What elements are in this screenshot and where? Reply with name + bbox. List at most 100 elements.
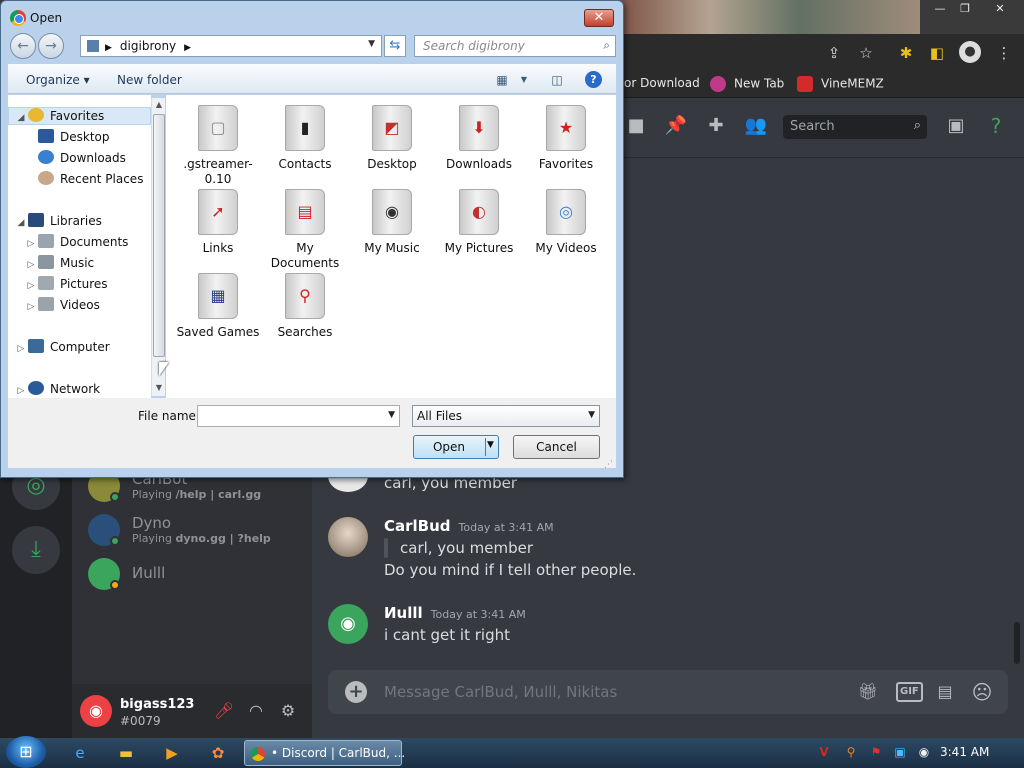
nav-item-documents[interactable]: ▷ Documents <box>24 234 128 254</box>
file-item[interactable]: ◎ My Videos <box>524 189 608 256</box>
nav-item-favorites[interactable]: ◢ Favorites <box>14 108 104 128</box>
paint-icon[interactable]: ✿ <box>206 742 230 764</box>
star-icon[interactable]: ☆ <box>855 42 877 64</box>
chevron-down-icon[interactable]: ▼ <box>368 39 375 49</box>
bookmark-download[interactable]: or Download <box>624 76 700 90</box>
clock[interactable]: 3:41 AM <box>940 745 989 759</box>
add-friend-icon[interactable]: ✚ <box>704 114 728 138</box>
file-name-input[interactable]: ▼ <box>197 405 400 427</box>
expand-arrow-icon: ▷ <box>27 260 35 270</box>
settings-icon[interactable]: ⚙ <box>277 700 299 722</box>
file-item[interactable]: ⬇ Downloads <box>437 105 521 172</box>
chevron-down-icon[interactable]: ▼ <box>487 440 494 450</box>
avatar[interactable] <box>328 517 368 557</box>
gift-icon[interactable]: 🎁︎ <box>857 680 879 704</box>
file-item[interactable]: ★ Favorites <box>524 105 608 172</box>
extension-icon[interactable]: ✱ <box>895 42 917 64</box>
file-item[interactable]: ▢ .gstreamer-0.10 <box>176 105 260 187</box>
file-item[interactable]: ◩ Desktop <box>350 105 434 172</box>
internet-explorer-icon[interactable]: e <box>68 742 92 764</box>
video-call-icon[interactable]: ■ <box>624 114 648 138</box>
avatar[interactable]: ◉ <box>80 695 112 727</box>
members-icon[interactable]: 👥 <box>744 114 768 138</box>
computer-icon <box>28 339 44 353</box>
file-item[interactable]: ▦ Saved Games <box>176 273 260 340</box>
scroll-down-icon[interactable]: ▼ <box>153 382 165 394</box>
start-button[interactable]: ⊞ <box>6 736 46 768</box>
headphones-icon[interactable]: ◠ <box>245 700 267 722</box>
avatar[interactable]: ◉ <box>328 604 368 644</box>
search-input[interactable]: Search digibrony ⌕ <box>414 35 616 57</box>
taskbar-chrome-window[interactable]: • Discord | CarlBud, ... <box>244 740 405 766</box>
organize-button[interactable]: Organize ▾ <box>26 73 90 87</box>
new-folder-button[interactable]: New folder <box>117 73 182 87</box>
file-item[interactable]: ◉ My Music <box>350 189 434 256</box>
search-input[interactable]: Search ⌕ <box>783 115 927 139</box>
file-item[interactable]: ▮ Contacts <box>263 105 347 172</box>
help-icon[interactable]: ? <box>585 71 602 88</box>
maximize-icon[interactable]: ❐ <box>955 2 975 16</box>
volume-tray-icon[interactable]: ◉ <box>916 744 932 760</box>
nav-item-downloads[interactable]: Downloads <box>28 150 126 170</box>
file-item[interactable]: ▤ My Documents <box>263 189 347 271</box>
close-button[interactable]: ✕ <box>584 9 614 27</box>
sticker-icon[interactable]: ▤ <box>934 680 956 704</box>
scroll-up-icon[interactable]: ▲ <box>153 99 165 111</box>
links-folder-icon: ➚ <box>198 189 238 235</box>
nav-item-videos[interactable]: ▷ Videos <box>24 297 100 317</box>
preview-pane-icon[interactable]: ◫ <box>549 72 565 88</box>
message-timestamp: Today at 3:41 AM <box>458 521 554 534</box>
sidebar-icon[interactable]: ◧ <box>926 42 948 64</box>
network-tray-icon[interactable]: ▣ <box>892 744 908 760</box>
flag-tray-icon[interactable]: ⚑ <box>868 744 884 760</box>
scroll-thumb[interactable] <box>153 114 165 357</box>
nav-item-pictures[interactable]: ▷ Pictures <box>24 276 108 296</box>
nav-scrollbar[interactable]: ▲ ▼ <box>151 98 165 396</box>
help-icon[interactable]: ? <box>984 114 1008 138</box>
address-bar[interactable]: ▶ digibrony ▶ ▼ <box>80 35 382 57</box>
nav-item-libraries[interactable]: ◢ Libraries <box>14 213 102 233</box>
chevron-down-icon[interactable]: ▼ <box>516 72 532 88</box>
music-icon <box>38 255 54 269</box>
add-attachment-icon[interactable]: + <box>345 681 367 703</box>
nav-item-recent-places[interactable]: Recent Places <box>28 171 143 191</box>
bookmark-vinememz[interactable]: VineMEMZ <box>797 76 884 92</box>
view-options-icon[interactable]: ▦ <box>494 72 510 88</box>
resize-grip-icon[interactable]: ⋰ <box>604 460 613 470</box>
back-icon[interactable]: ← <box>10 33 36 59</box>
message-author[interactable]: CarlBud Today at 3:41 AM <box>384 517 554 535</box>
message-author[interactable]: Иulll Today at 3:41 AM <box>384 604 526 622</box>
pictures-icon <box>38 276 54 290</box>
menu-icon[interactable]: ⋮ <box>993 42 1015 64</box>
desktop-icon <box>38 129 54 143</box>
download-apps-icon[interactable]: ⤓ <box>12 526 60 574</box>
media-player-icon[interactable]: ▶ <box>160 742 184 764</box>
chevron-down-icon[interactable]: ▼ <box>388 410 395 420</box>
forward-icon[interactable]: → <box>38 33 64 59</box>
vine-tray-icon[interactable]: V <box>816 744 832 760</box>
nav-item-computer[interactable]: ▷ Computer <box>14 339 110 359</box>
gif-button[interactable]: GIF <box>896 682 923 702</box>
close-icon[interactable]: ✕ <box>990 2 1010 16</box>
minimize-icon[interactable]: — <box>930 2 950 16</box>
file-item[interactable]: ◐ My Pictures <box>437 189 521 256</box>
pin-icon[interactable]: 📌 <box>664 114 688 138</box>
nav-item-music[interactable]: ▷ Music <box>24 255 94 275</box>
emoji-icon[interactable]: ☹ <box>971 680 993 704</box>
file-item[interactable]: ⚲ Searches <box>263 273 347 340</box>
mute-icon[interactable]: 🎤︎ <box>213 700 235 722</box>
chat-scrollbar[interactable] <box>1014 622 1020 664</box>
inbox-icon[interactable]: ▣ <box>944 114 968 138</box>
file-type-select[interactable]: All Files ▼ <box>412 405 600 427</box>
search-tray-icon[interactable]: ⚲ <box>843 744 859 760</box>
open-button[interactable]: Open ▼ <box>413 435 499 459</box>
cancel-button[interactable]: Cancel <box>513 435 600 459</box>
file-item[interactable]: ➚ Links <box>176 189 260 256</box>
chevron-down-icon[interactable]: ▼ <box>588 410 595 420</box>
refresh-icon[interactable]: ⇆ <box>384 35 406 57</box>
share-icon[interactable]: ⇪ <box>823 42 845 64</box>
nav-item-desktop[interactable]: Desktop <box>28 129 110 149</box>
explorer-icon[interactable]: ▬ <box>114 742 138 764</box>
bookmark-new-tab[interactable]: New Tab <box>710 76 784 92</box>
profile-icon[interactable]: ● <box>959 41 981 63</box>
